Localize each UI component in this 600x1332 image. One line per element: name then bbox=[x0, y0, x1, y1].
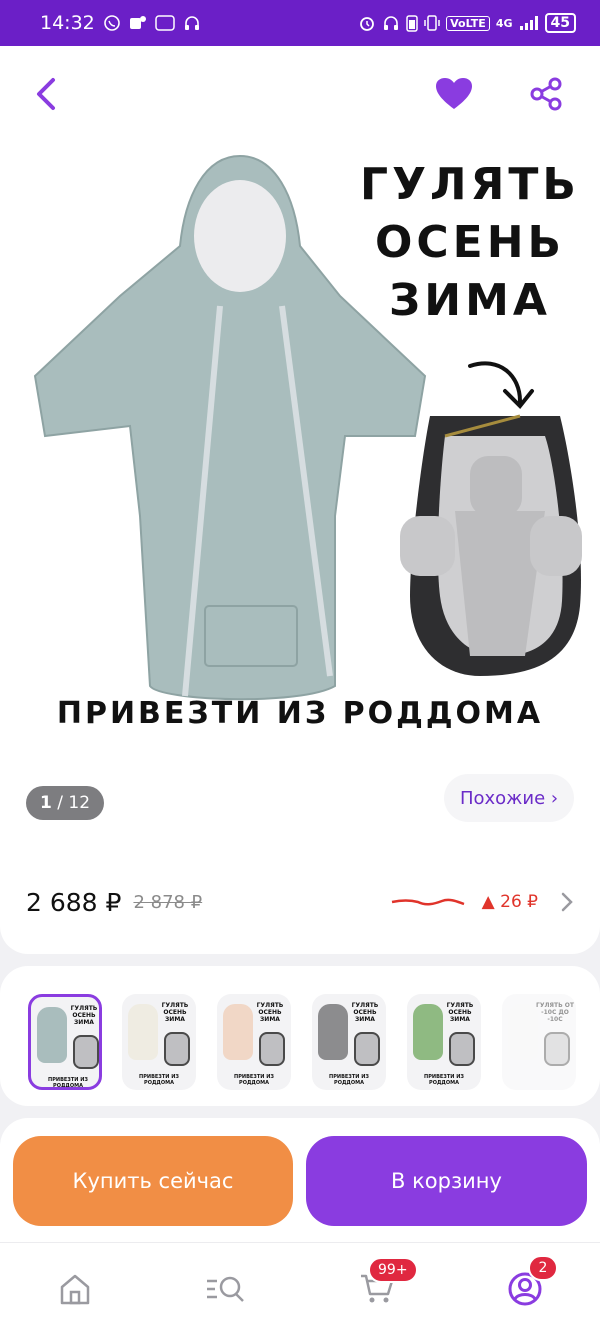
thumbnail-car-seat bbox=[449, 1032, 475, 1066]
car-seat-illustration bbox=[400, 414, 582, 676]
thumbnail-label: ГУЛЯТЬ ОСЕНЬ ЗИМА bbox=[351, 1002, 379, 1023]
thumbnail-label: ГУЛЯТЬ ОСЕНЬ ЗИМА bbox=[161, 1002, 189, 1023]
chevron-right-icon bbox=[561, 892, 573, 912]
thumbnail-snowsuit bbox=[508, 1004, 538, 1060]
buy-now-button[interactable]: Купить сейчас bbox=[13, 1136, 293, 1226]
thumbnail-label: ГУЛЯТЬ ОТ -10С ДО -10С bbox=[536, 1002, 575, 1023]
old-price: 2 878 ₽ bbox=[133, 891, 203, 913]
thumbnail-snowsuit bbox=[223, 1004, 253, 1060]
heart-icon bbox=[436, 78, 472, 109]
variant-thumbnail[interactable]: ГУЛЯТЬ ОСЕНЬ ЗИМА ПРИВЕЗТИ ИЗ РОДДОМА bbox=[28, 994, 102, 1090]
headphones-icon bbox=[382, 14, 400, 32]
cart-badge: 99+ bbox=[368, 1257, 418, 1283]
teams-icon bbox=[129, 14, 147, 32]
battery-indicator: 45 bbox=[544, 13, 576, 33]
thumbnail-caption: ПРИВЕЗТИ ИЗ РОДДОМА bbox=[139, 1074, 179, 1086]
similar-products-button[interactable]: Похожие › bbox=[444, 774, 574, 822]
favorite-button[interactable] bbox=[430, 72, 478, 116]
thumbnail-car-seat bbox=[354, 1032, 380, 1066]
catalog-search-icon bbox=[207, 1276, 244, 1302]
thumbnail-snowsuit bbox=[318, 1004, 348, 1060]
thumbnail-car-seat bbox=[259, 1032, 285, 1066]
variant-thumbnail[interactable]: ГУЛЯТЬ ОТ -10С ДО -10С bbox=[502, 994, 576, 1090]
thumbnail-label: ГУЛЯТЬ ОСЕНЬ ЗИМА bbox=[446, 1002, 474, 1023]
profile-badge: 2 bbox=[528, 1255, 558, 1281]
whatsapp-icon bbox=[103, 14, 121, 32]
thumbnail-snowsuit bbox=[37, 1007, 67, 1063]
thumbnail-caption: ПРИВЕЗТИ ИЗ РОДДОМА bbox=[424, 1074, 464, 1086]
current-price: 2 688 ₽ bbox=[26, 887, 122, 917]
thumbnail-snowsuit bbox=[128, 1004, 158, 1060]
thumbnail-caption: ПРИВЕЗТИ ИЗ РОДДОМА bbox=[48, 1077, 88, 1089]
thumbnail-snowsuit bbox=[413, 1004, 443, 1060]
promo-caption: ПРИВЕЗТИ ИЗ РОДДОМА bbox=[56, 696, 544, 731]
app-icon bbox=[155, 14, 175, 32]
variant-thumbnail[interactable]: ГУЛЯТЬ ОСЕНЬ ЗИМА ПРИВЕЗТИ ИЗ РОДДОМА bbox=[312, 994, 386, 1090]
network-type: 4G bbox=[495, 16, 513, 30]
variant-thumbnail[interactable]: ГУЛЯТЬ ОСЕНЬ ЗИМА ПРИВЕЗТИ ИЗ РОДДОМА bbox=[122, 994, 196, 1090]
vibrate-icon bbox=[424, 14, 440, 32]
back-button[interactable] bbox=[24, 72, 68, 116]
nav-home[interactable] bbox=[50, 1267, 100, 1311]
status-bar: 14:32 VoLTE 4G 45 bbox=[0, 0, 600, 46]
alarm-icon bbox=[358, 14, 376, 32]
bottom-navigation: 99+ 2 bbox=[0, 1242, 600, 1332]
product-gallery-card: ГУЛЯТЬ ОСЕНЬ ЗИМА ПРИВЕЗТИ ИЗ РОДДОМА 1 … bbox=[0, 46, 600, 954]
thumbnail-label: ГУЛЯТЬ ОСЕНЬ ЗИМА bbox=[70, 1005, 98, 1026]
variant-thumbnail[interactable]: ГУЛЯТЬ ОСЕНЬ ЗИМА ПРИВЕЗТИ ИЗ РОДДОМА bbox=[217, 994, 291, 1090]
thumbnail-label: ГУЛЯТЬ ОСЕНЬ ЗИМА bbox=[256, 1002, 284, 1023]
thumbnail-caption: ПРИВЕЗТИ ИЗ РОДДОМА bbox=[234, 1074, 274, 1086]
price-change: ▲ 26 ₽ bbox=[481, 892, 538, 912]
add-to-cart-button[interactable]: В корзину bbox=[306, 1136, 587, 1226]
clock: 14:32 bbox=[40, 12, 95, 34]
thumbnail-car-seat bbox=[164, 1032, 190, 1066]
nav-catalog[interactable] bbox=[200, 1267, 250, 1311]
price-row[interactable]: 2 688 ₽ 2 878 ₽ ▲ 26 ₽ bbox=[26, 882, 574, 922]
battery-saver-icon bbox=[406, 14, 418, 32]
signal-icon bbox=[519, 15, 539, 31]
chevron-left-icon bbox=[37, 78, 55, 110]
share-icon bbox=[530, 77, 562, 111]
variant-thumbnail[interactable]: ГУЛЯТЬ ОСЕНЬ ЗИМА ПРИВЕЗТИ ИЗ РОДДОМА bbox=[407, 994, 481, 1090]
price-history-sparkline bbox=[391, 898, 465, 906]
thumbnail-car-seat bbox=[73, 1035, 99, 1069]
action-bar: Купить сейчас В корзину bbox=[0, 1118, 600, 1242]
volte-indicator: VoLTE bbox=[446, 15, 490, 31]
headphones-icon bbox=[183, 14, 201, 32]
home-icon bbox=[60, 1274, 90, 1305]
thumbnail-caption: ПРИВЕЗТИ ИЗ РОДДОМА bbox=[329, 1074, 369, 1086]
image-counter: 1 / 12 bbox=[26, 786, 105, 820]
thumbnail-car-seat bbox=[544, 1032, 570, 1066]
variant-thumbnails: ГУЛЯТЬ ОСЕНЬ ЗИМА ПРИВЕЗТИ ИЗ РОДДОМА ГУЛЯ… bbox=[0, 966, 600, 1106]
share-button[interactable] bbox=[522, 72, 570, 116]
promo-headline: ГУЛЯТЬ ОСЕНЬ ЗИМА bbox=[360, 159, 580, 326]
